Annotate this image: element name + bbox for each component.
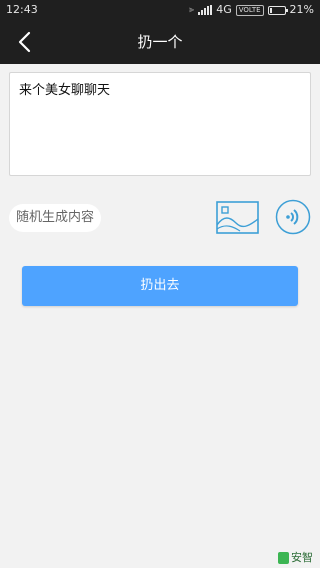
voice-icon — [275, 199, 311, 235]
vibrate-icon: ⫸ — [189, 5, 195, 15]
image-icon — [216, 201, 259, 234]
volte-badge: VOLTE — [235, 4, 264, 16]
image-button[interactable] — [216, 201, 259, 234]
voice-button[interactable] — [275, 199, 311, 235]
watermark-text: 安智 — [291, 551, 313, 564]
watermark: 安智 — [278, 550, 318, 566]
status-indicators: ⫸ 4G VOLTE 21% — [189, 0, 314, 20]
status-bar: 12:43 ⫸ 4G VOLTE 21% — [0, 0, 320, 20]
throw-button[interactable]: 扔出去 — [22, 266, 298, 306]
battery-fill — [269, 7, 273, 13]
status-time: 12:43 — [6, 3, 38, 16]
signal-icon — [198, 5, 213, 15]
nav-bar: 扔一个 — [0, 20, 320, 64]
battery-percent: 21% — [289, 3, 314, 16]
page-title: 扔一个 — [137, 33, 183, 51]
anzhi-logo-icon — [278, 552, 289, 564]
message-input[interactable] — [9, 72, 311, 176]
battery-icon — [267, 5, 288, 15]
network-type: 4G — [216, 3, 232, 16]
random-content-button[interactable]: 随机生成内容 — [9, 204, 102, 232]
